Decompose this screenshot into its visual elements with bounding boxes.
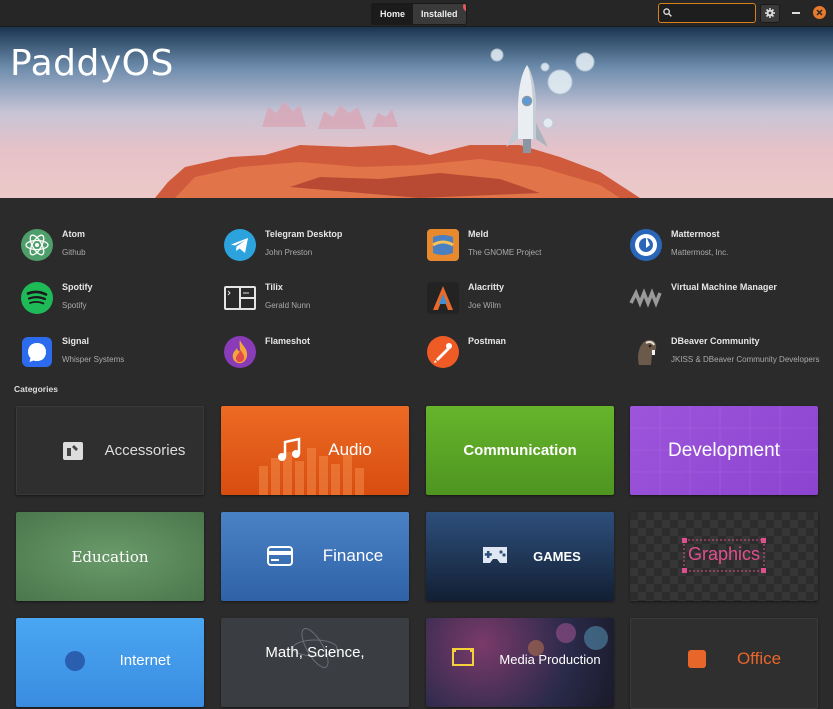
- category-label: Education: [71, 548, 149, 566]
- telegram-icon: [224, 229, 256, 261]
- app-name: Alacritty: [468, 282, 505, 292]
- view-mode-switcher: Home Installed 4: [371, 3, 467, 25]
- category-label: Development: [668, 440, 780, 461]
- app-name: Telegram Desktop: [265, 229, 343, 239]
- app-developer: Spotify: [62, 301, 87, 310]
- tab-installed-label: Installed: [421, 9, 458, 19]
- spotify-icon: [21, 282, 53, 314]
- app-name: Spotify: [62, 282, 93, 292]
- app-name: Mattermost: [671, 229, 720, 239]
- updates-count-badge: 4: [462, 4, 466, 12]
- tab-installed[interactable]: Installed 4: [413, 4, 466, 24]
- app-item-virt-manager[interactable]: Virtual Machine Manager: [629, 277, 829, 321]
- category-finance[interactable]: Finance: [221, 512, 409, 601]
- app-item-spotify[interactable]: Spotify Spotify: [20, 277, 220, 321]
- category-communication[interactable]: Communication: [426, 406, 614, 495]
- gear-icon: [765, 8, 775, 18]
- app-developer: Gerald Nunn: [265, 301, 311, 310]
- category-development[interactable]: Development: [630, 406, 818, 495]
- category-math-science[interactable]: Math, Science,: [221, 618, 409, 707]
- tilix-icon: [224, 286, 256, 310]
- postman-icon: [427, 336, 459, 368]
- category-label: Math, Science,: [265, 644, 365, 661]
- app-developer: Github: [62, 248, 86, 257]
- app-developer: JKISS & DBeaver Community Developers: [671, 355, 820, 364]
- category-office[interactable]: Office: [630, 618, 818, 709]
- search-input[interactable]: [675, 5, 755, 21]
- app-name: Flameshot: [265, 336, 311, 346]
- signal-icon: [22, 337, 52, 367]
- category-label: Accessories: [104, 442, 186, 459]
- app-developer: John Preston: [265, 248, 313, 257]
- app-developer: The GNOME Project: [468, 248, 542, 257]
- app-name: Postman: [468, 336, 507, 346]
- minimize-button[interactable]: [792, 12, 800, 14]
- category-label: Media Production: [499, 652, 601, 667]
- app-name: Tilix: [265, 282, 283, 292]
- category-audio[interactable]: Audio: [221, 406, 409, 495]
- orbit-decoration: [292, 628, 338, 668]
- category-internet[interactable]: Internet: [16, 618, 204, 707]
- alacritty-icon: [427, 282, 459, 314]
- virt-manager-icon: [629, 288, 662, 308]
- app-item-telegram[interactable]: Telegram Desktop John Preston: [223, 224, 423, 268]
- meld-icon: [427, 229, 459, 261]
- app-item-alacritty[interactable]: Alacritty Joe Wilm: [426, 277, 626, 321]
- header-bar: Home Installed 4: [0, 0, 833, 27]
- search-icon: [663, 8, 672, 17]
- category-accessories[interactable]: Accessories: [16, 406, 204, 495]
- rocket: [506, 65, 548, 153]
- category-label: GAMES: [533, 549, 581, 564]
- app-item-tilix[interactable]: Tilix Gerald Nunn: [223, 277, 423, 321]
- banner-title: PaddyOS: [10, 43, 174, 84]
- app-item-mattermost[interactable]: Mattermost Mattermost, Inc.: [629, 224, 829, 268]
- search-field[interactable]: [658, 3, 756, 23]
- app-item-meld[interactable]: Meld The GNOME Project: [426, 224, 626, 268]
- category-graphics[interactable]: Graphics: [630, 512, 818, 601]
- category-label: Internet: [119, 652, 171, 669]
- app-name: Signal: [62, 336, 90, 346]
- close-button[interactable]: [813, 6, 826, 19]
- app-item-dbeaver[interactable]: DBeaver Community JKISS & DBeaver Commun…: [629, 331, 829, 375]
- atom-icon: [21, 229, 53, 261]
- app-item-atom[interactable]: Atom Github: [20, 224, 220, 268]
- category-media-production[interactable]: Media Production: [426, 618, 614, 707]
- featured-banner[interactable]: PaddyOS: [0, 27, 833, 198]
- category-label: Graphics: [687, 544, 761, 564]
- app-name: DBeaver Community: [671, 336, 760, 346]
- category-label: Office: [736, 649, 782, 668]
- mattermost-icon: [630, 229, 662, 261]
- app-item-flameshot[interactable]: Flameshot: [223, 331, 423, 375]
- app-name: Atom: [62, 229, 85, 239]
- app-developer: Joe Wilm: [468, 301, 501, 310]
- app-item-postman[interactable]: Postman: [426, 331, 626, 375]
- app-name: Meld: [468, 229, 489, 239]
- settings-button[interactable]: [760, 4, 780, 23]
- category-education[interactable]: Education: [16, 512, 204, 601]
- flameshot-icon: [224, 336, 256, 368]
- app-name: Virtual Machine Manager: [671, 282, 777, 292]
- category-label: Finance: [322, 546, 384, 565]
- app-developer: Mattermost, Inc.: [671, 248, 729, 257]
- tab-home[interactable]: Home: [372, 4, 414, 24]
- category-games[interactable]: GAMES: [426, 512, 614, 601]
- app-item-signal[interactable]: Signal Whisper Systems: [20, 331, 220, 375]
- categories-heading: Categories: [14, 384, 58, 394]
- app-developer: Whisper Systems: [62, 355, 125, 364]
- close-icon: [816, 9, 823, 16]
- category-label: Communication: [463, 442, 577, 459]
- category-label: Audio: [328, 440, 372, 459]
- dbeaver-icon: [638, 339, 657, 365]
